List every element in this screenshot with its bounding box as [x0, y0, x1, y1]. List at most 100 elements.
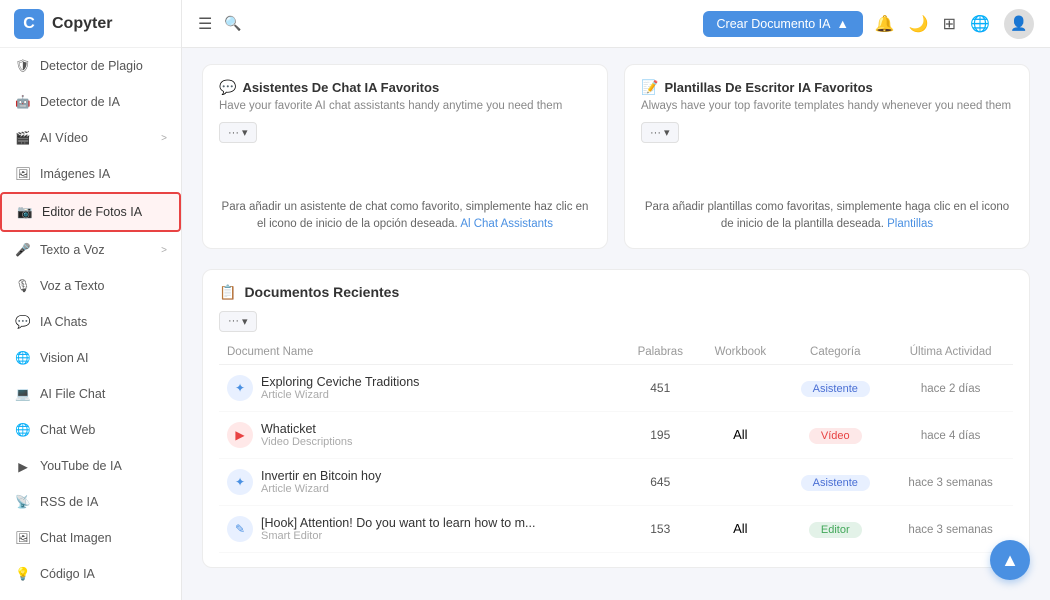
- sidebar-icon-codigo-ia: 💡: [14, 565, 32, 583]
- doc-categoria-doc-2: Vídeo: [809, 428, 862, 444]
- fab-button[interactable]: ▲: [990, 540, 1030, 580]
- sidebar-label-youtube-ia: YouTube de IA: [40, 459, 122, 473]
- logo-icon: C: [14, 9, 44, 39]
- section-icon: 📋: [219, 284, 236, 301]
- doc-name-doc-4: [Hook] Attention! Do you want to learn h…: [261, 516, 535, 530]
- doc-cell-doc-3: ✦ Invertir en Bitcoin hoy Article Wizard: [227, 469, 614, 495]
- doc-ultima-doc-1: hace 2 días: [921, 383, 980, 395]
- section-header: 📋 Documentos Recientes: [219, 284, 1013, 301]
- sidebar-icon-ia-chats: 💬: [14, 313, 32, 331]
- doc-palabras-doc-1: 451: [650, 381, 670, 395]
- doc-cell-doc-1: ✦ Exploring Ceviche Traditions Article W…: [227, 375, 614, 401]
- table-row[interactable]: ▶ Whaticket Video Descriptions 195 All V…: [219, 411, 1013, 458]
- doc-icon-doc-3: ✦: [227, 469, 253, 495]
- doc-ultima-doc-2: hace 4 días: [921, 430, 980, 442]
- sidebar-arrow-ai-video: >: [161, 133, 167, 144]
- card-plantillas-icon: 📝: [641, 79, 658, 96]
- card-asistentes-dots-button[interactable]: ··· ▾: [219, 122, 257, 143]
- doc-categoria-doc-4: Editor: [809, 522, 862, 538]
- sidebar-item-voz-a-texto[interactable]: 🎙 Voz a Texto: [0, 268, 181, 304]
- sidebar-label-rss-ia: RSS de IA: [40, 495, 98, 509]
- card-asistentes-link[interactable]: Al Chat Assistants: [460, 218, 553, 230]
- sidebar-item-chat-imagen[interactable]: 🖼 Chat Imagen: [0, 520, 181, 556]
- sidebar-item-youtube-ia[interactable]: ▶ YouTube de IA: [0, 448, 181, 484]
- sidebar-item-texto-a-voz[interactable]: 🎤 Texto a Voz >: [0, 232, 181, 268]
- doc-name-doc-1: Exploring Ceviche Traditions: [261, 375, 419, 389]
- doc-ultima-doc-4: hace 3 semanas: [908, 524, 992, 536]
- sidebar-icon-editor-fotos-ia: 📷: [16, 203, 34, 221]
- moon-icon[interactable]: 🌙: [909, 14, 929, 34]
- doc-icon-doc-1: ✦: [227, 375, 253, 401]
- sidebar-item-brand-voice[interactable]: 🔊 Brand Voice: [0, 592, 181, 600]
- table-row[interactable]: ✦ Invertir en Bitcoin hoy Article Wizard…: [219, 458, 1013, 505]
- sidebar-icon-chat-web: 🌐: [14, 421, 32, 439]
- doc-categoria-doc-3: Asistente: [801, 475, 870, 491]
- col-palabras: Palabras: [622, 340, 698, 365]
- sidebar-label-detector-plagio: Detector de Plagio: [40, 59, 143, 73]
- doc-categoria-doc-1: Asistente: [801, 381, 870, 397]
- docs-dots-button[interactable]: ··· ▾: [219, 311, 257, 332]
- sidebar-icon-rss-ia: 📡: [14, 493, 32, 511]
- col-categoría: Categoría: [782, 340, 888, 365]
- card-plantillas-subtitle: Always have your top favorite templates …: [641, 100, 1013, 112]
- cards-row: 💬 Asistentes De Chat IA Favoritos Have y…: [202, 64, 1030, 249]
- card-plantillas-link[interactable]: Plantillas: [887, 218, 933, 230]
- doc-name-doc-3: Invertir en Bitcoin hoy: [261, 469, 381, 483]
- doc-type-doc-2: Video Descriptions: [261, 436, 353, 448]
- menu-icon[interactable]: ☰: [198, 14, 212, 34]
- search-icon[interactable]: 🔍: [224, 15, 241, 32]
- sidebar-item-detector-plagio[interactable]: 🛡 Detector de Plagio: [0, 48, 181, 84]
- doc-palabras-doc-2: 195: [650, 428, 670, 442]
- sidebar-label-imagenes-ia: Imágenes IA: [40, 167, 110, 181]
- topbar-icons: 🔔 🌙 ⊞ 🌐 👤: [875, 9, 1034, 39]
- sidebar-arrow-texto-a-voz: >: [161, 245, 167, 256]
- sidebar-label-ai-video: AI Vídeo: [40, 131, 88, 145]
- avatar[interactable]: 👤: [1004, 9, 1034, 39]
- col-workbook: Workbook: [698, 340, 782, 365]
- recent-docs-table: Document NamePalabrasWorkbookCategoríaÚl…: [219, 340, 1013, 553]
- card-asistentes-title: 💬 Asistentes De Chat IA Favoritos: [219, 79, 591, 96]
- sidebar-label-ai-file-chat: AI File Chat: [40, 387, 105, 401]
- sidebar-item-ia-chats[interactable]: 💬 IA Chats: [0, 304, 181, 340]
- create-doc-button[interactable]: Crear Documento IA ▲: [703, 11, 863, 37]
- doc-workbook-doc-4: All: [733, 521, 747, 536]
- docs-toolbar: ··· ▾: [219, 311, 1013, 332]
- logo[interactable]: C Copyter: [0, 0, 181, 48]
- sidebar-item-rss-ia[interactable]: 📡 RSS de IA: [0, 484, 181, 520]
- col-última-actividad: Última Actividad: [888, 340, 1013, 365]
- sidebar-icon-imagenes-ia: 🖼: [14, 165, 32, 183]
- card-plantillas-toolbar: ··· ▾: [641, 122, 1013, 143]
- sidebar-item-vision-ai[interactable]: 🌐 Vision AI: [0, 340, 181, 376]
- section-title: Documentos Recientes: [244, 284, 399, 300]
- doc-cell-doc-4: ✎ [Hook] Attention! Do you want to learn…: [227, 516, 614, 542]
- sidebar-label-ia-chats: IA Chats: [40, 315, 87, 329]
- sidebar-item-ai-file-chat[interactable]: 💻 AI File Chat: [0, 376, 181, 412]
- table-row[interactable]: ✎ [Hook] Attention! Do you want to learn…: [219, 505, 1013, 552]
- sidebar-label-detector-ia: Detector de IA: [40, 95, 120, 109]
- doc-icon-doc-4: ✎: [227, 516, 253, 542]
- doc-name-doc-2: Whaticket: [261, 422, 353, 436]
- sidebar-item-ai-video[interactable]: 🎬 AI Vídeo >: [0, 120, 181, 156]
- recent-docs-section: 📋 Documentos Recientes ··· ▾ Document Na…: [202, 269, 1030, 568]
- sidebar-item-editor-fotos-ia[interactable]: 📷 Editor de Fotos IA: [0, 192, 181, 232]
- sidebar-label-voz-a-texto: Voz a Texto: [40, 279, 104, 293]
- doc-palabras-doc-4: 153: [650, 522, 670, 536]
- sidebar-label-vision-ai: Vision AI: [40, 351, 88, 365]
- sidebar-icon-youtube-ia: ▶: [14, 457, 32, 475]
- sidebar-item-codigo-ia[interactable]: 💡 Código IA: [0, 556, 181, 592]
- doc-workbook-doc-2: All: [733, 427, 747, 442]
- sidebar-item-detector-ia[interactable]: 🤖 Detector de IA: [0, 84, 181, 120]
- sidebar-icon-detector-plagio: 🛡: [14, 57, 32, 75]
- sidebar-item-imagenes-ia[interactable]: 🖼 Imágenes IA: [0, 156, 181, 192]
- card-plantillas-dots-button[interactable]: ··· ▾: [641, 122, 679, 143]
- grid-icon[interactable]: ⊞: [943, 14, 956, 34]
- bell-icon[interactable]: 🔔: [875, 14, 895, 34]
- globe-icon[interactable]: 🌐: [970, 14, 990, 34]
- doc-ultima-doc-3: hace 3 semanas: [908, 477, 992, 489]
- card-asistentes-toolbar: ··· ▾: [219, 122, 591, 143]
- sidebar-icon-ai-file-chat: 💻: [14, 385, 32, 403]
- sidebar-item-chat-web[interactable]: 🌐 Chat Web: [0, 412, 181, 448]
- table-row[interactable]: ✦ Exploring Ceviche Traditions Article W…: [219, 364, 1013, 411]
- main-area: ☰ 🔍 Crear Documento IA ▲ 🔔 🌙 ⊞ 🌐 👤 💬 Asi…: [182, 0, 1050, 600]
- doc-type-doc-1: Article Wizard: [261, 389, 419, 401]
